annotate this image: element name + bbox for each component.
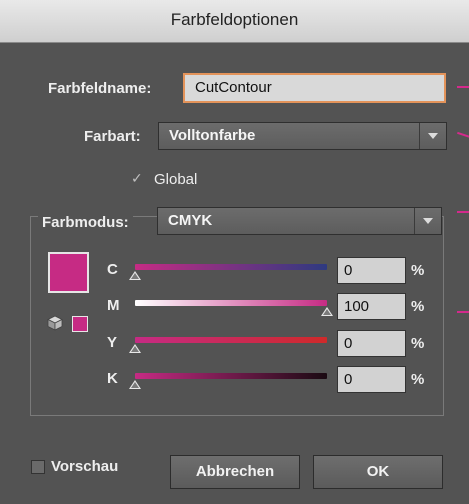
slider-thumb-m[interactable]: [321, 307, 333, 316]
slider-c[interactable]: [135, 264, 327, 270]
slider-thumb-c[interactable]: [129, 271, 141, 280]
slider-thumb-y[interactable]: [129, 344, 141, 353]
color-mode-dropdown[interactable]: CMYK: [157, 207, 442, 235]
percent-m: %: [411, 298, 425, 315]
slider-thumb-k[interactable]: [129, 380, 141, 389]
ok-button[interactable]: OK: [313, 455, 443, 489]
channel-label-c: C: [107, 261, 118, 278]
color-mode-label: Farbmodus:: [38, 214, 133, 231]
channel-label-k: K: [107, 370, 118, 387]
out-of-gamut-cube-icon[interactable]: [46, 314, 64, 332]
preview-checkbox[interactable]: [31, 460, 45, 474]
channel-label-m: M: [107, 297, 120, 314]
web-safe-swatch[interactable]: [72, 316, 88, 332]
annotation-marker: [457, 131, 469, 139]
percent-c: %: [411, 262, 425, 279]
annotation-marker: [457, 86, 469, 88]
value-input-k[interactable]: 0: [337, 366, 406, 393]
title-bar: Farbfeldoptionen: [0, 0, 469, 43]
swatch-name-label: Farbfeldname:: [48, 80, 152, 97]
value-input-c[interactable]: 0: [337, 257, 406, 284]
color-mode-value: CMYK: [168, 212, 213, 229]
color-type-label: Farbart:: [84, 128, 141, 145]
chevron-down-icon: [419, 123, 446, 149]
annotation-marker: [457, 211, 469, 213]
color-preview-swatch: [48, 252, 89, 293]
swatch-name-input[interactable]: CutContour: [183, 73, 446, 103]
global-label: Global: [154, 171, 198, 188]
slider-y[interactable]: [135, 337, 327, 343]
color-type-dropdown[interactable]: Volltonfarbe: [158, 122, 447, 150]
percent-k: %: [411, 371, 425, 388]
value-input-m[interactable]: 100: [337, 293, 406, 320]
dialog-title: Farbfeldoptionen: [170, 10, 299, 29]
preview-label: Vorschau: [51, 458, 119, 475]
channel-label-y: Y: [107, 334, 118, 351]
annotation-marker: [457, 311, 469, 313]
chevron-down-icon: [414, 208, 441, 234]
global-checkbox[interactable]: ✓: [131, 170, 145, 186]
slider-m[interactable]: [135, 300, 327, 306]
slider-k[interactable]: [135, 373, 327, 379]
color-type-value: Volltonfarbe: [169, 127, 256, 144]
value-input-y[interactable]: 0: [337, 330, 406, 357]
percent-y: %: [411, 335, 425, 352]
cancel-button[interactable]: Abbrechen: [170, 455, 300, 489]
checkmark-icon: ✓: [131, 170, 143, 186]
